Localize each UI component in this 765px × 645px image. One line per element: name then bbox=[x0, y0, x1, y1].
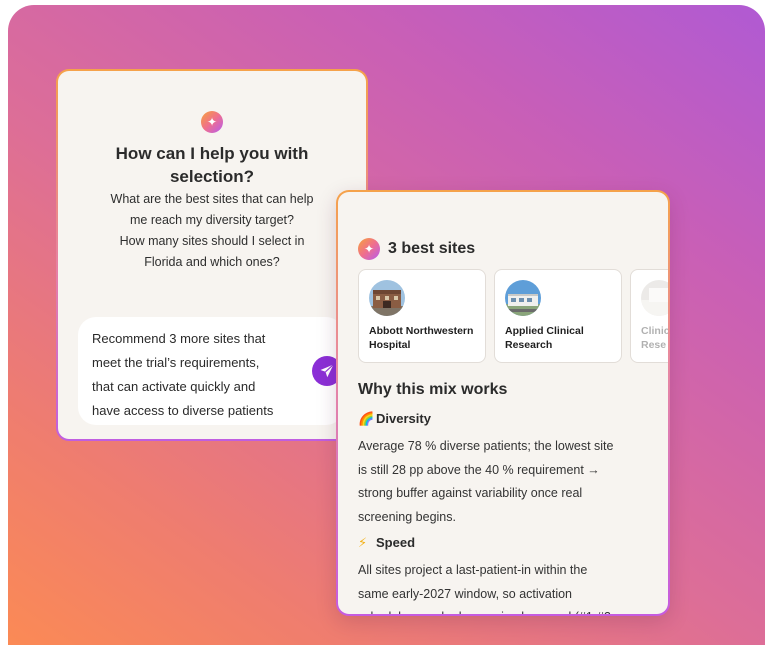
paper-plane-icon bbox=[320, 364, 334, 378]
sparkle-icon: ✦ bbox=[201, 111, 223, 133]
sparkle-icon: ✦ bbox=[358, 238, 380, 260]
prompt-line: meet the trial’s requirements, bbox=[92, 355, 260, 370]
prompt-line: Recommend 3 more sites that bbox=[92, 331, 266, 346]
help-title-line: selection? bbox=[169, 167, 255, 186]
diversity-text: Average 78 % diverse patients; the lowes… bbox=[358, 435, 658, 529]
site-name: Abbott Northwestern Hospital bbox=[369, 324, 483, 352]
site-name-line: Research bbox=[505, 339, 553, 351]
suggestion-line[interactable]: What are the best sites that can help bbox=[78, 189, 346, 210]
suggestion-line[interactable]: me reach my diversity target? bbox=[78, 210, 346, 231]
why-heading: Why this mix works bbox=[358, 381, 508, 398]
prompt-line: have access to diverse patients bbox=[92, 403, 274, 418]
diversity-line: is still 28 pp above the 40 % requiremen… bbox=[358, 462, 600, 477]
help-title-line: How can I help you with bbox=[115, 144, 309, 163]
speed-line: schedules can be harmonized; several (#1… bbox=[358, 606, 658, 614]
sites-heading: 3 best sites bbox=[388, 240, 476, 257]
help-title: How can I help you with selection? bbox=[78, 142, 346, 188]
site-name-line: Clinic bbox=[641, 325, 670, 337]
diversity-line: strong buffer against variability once r… bbox=[358, 486, 583, 500]
suggestion-list: What are the best sites that can help me… bbox=[78, 189, 346, 273]
prompt-input[interactable]: Recommend 3 more sites that meet the tri… bbox=[78, 317, 344, 425]
site-card-abbott[interactable]: Abbott Northwestern Hospital bbox=[358, 269, 486, 363]
site-card-applied-clinical[interactable]: Applied Clinical Research bbox=[494, 269, 622, 363]
site-name-line: Abbott Northwestern bbox=[369, 325, 474, 337]
clinic-photo-icon bbox=[505, 280, 541, 316]
speed-line: All sites project a last-patient-in with… bbox=[358, 563, 588, 577]
site-name-line: Rese bbox=[641, 339, 667, 351]
speed-line: same early-2027 window, so activation bbox=[358, 586, 573, 601]
site-name: Clinic Rese bbox=[641, 324, 670, 352]
site-name: Applied Clinical Research bbox=[505, 324, 619, 352]
clinic-photo-icon bbox=[641, 280, 668, 316]
site-name-line: Applied Clinical bbox=[505, 325, 584, 337]
speed-text: All sites project a last-patient-in with… bbox=[358, 559, 658, 614]
gradient-background: ✦ How can I help you with selection? Wha… bbox=[8, 5, 765, 645]
prompt-line: that can activate quickly and bbox=[92, 379, 256, 394]
rainbow-icon: 🌈 bbox=[358, 411, 375, 426]
speed-heading: ⚡ Speed bbox=[358, 534, 415, 552]
diversity-heading: 🌈 Diversity bbox=[358, 410, 431, 428]
lightning-icon: ⚡ bbox=[358, 535, 368, 550]
suggestion-line[interactable]: Florida and which ones? bbox=[78, 252, 346, 273]
speed-label: Speed bbox=[376, 535, 416, 550]
help-card: ✦ How can I help you with selection? Wha… bbox=[56, 69, 368, 441]
diversity-line: Average 78 % diverse patients; the lowes… bbox=[358, 439, 614, 453]
best-sites-card: ✦ 3 best sites Abbott Northwestern Hospi… bbox=[336, 190, 670, 616]
diversity-label: Diversity bbox=[376, 411, 431, 426]
site-name-line: Hospital bbox=[369, 339, 411, 351]
hospital-photo-icon bbox=[369, 280, 405, 316]
diversity-line: screening begins. bbox=[358, 509, 456, 524]
suggestion-line[interactable]: How many sites should I select in bbox=[78, 231, 346, 252]
site-card-clinic[interactable]: Clinic Rese bbox=[630, 269, 670, 363]
